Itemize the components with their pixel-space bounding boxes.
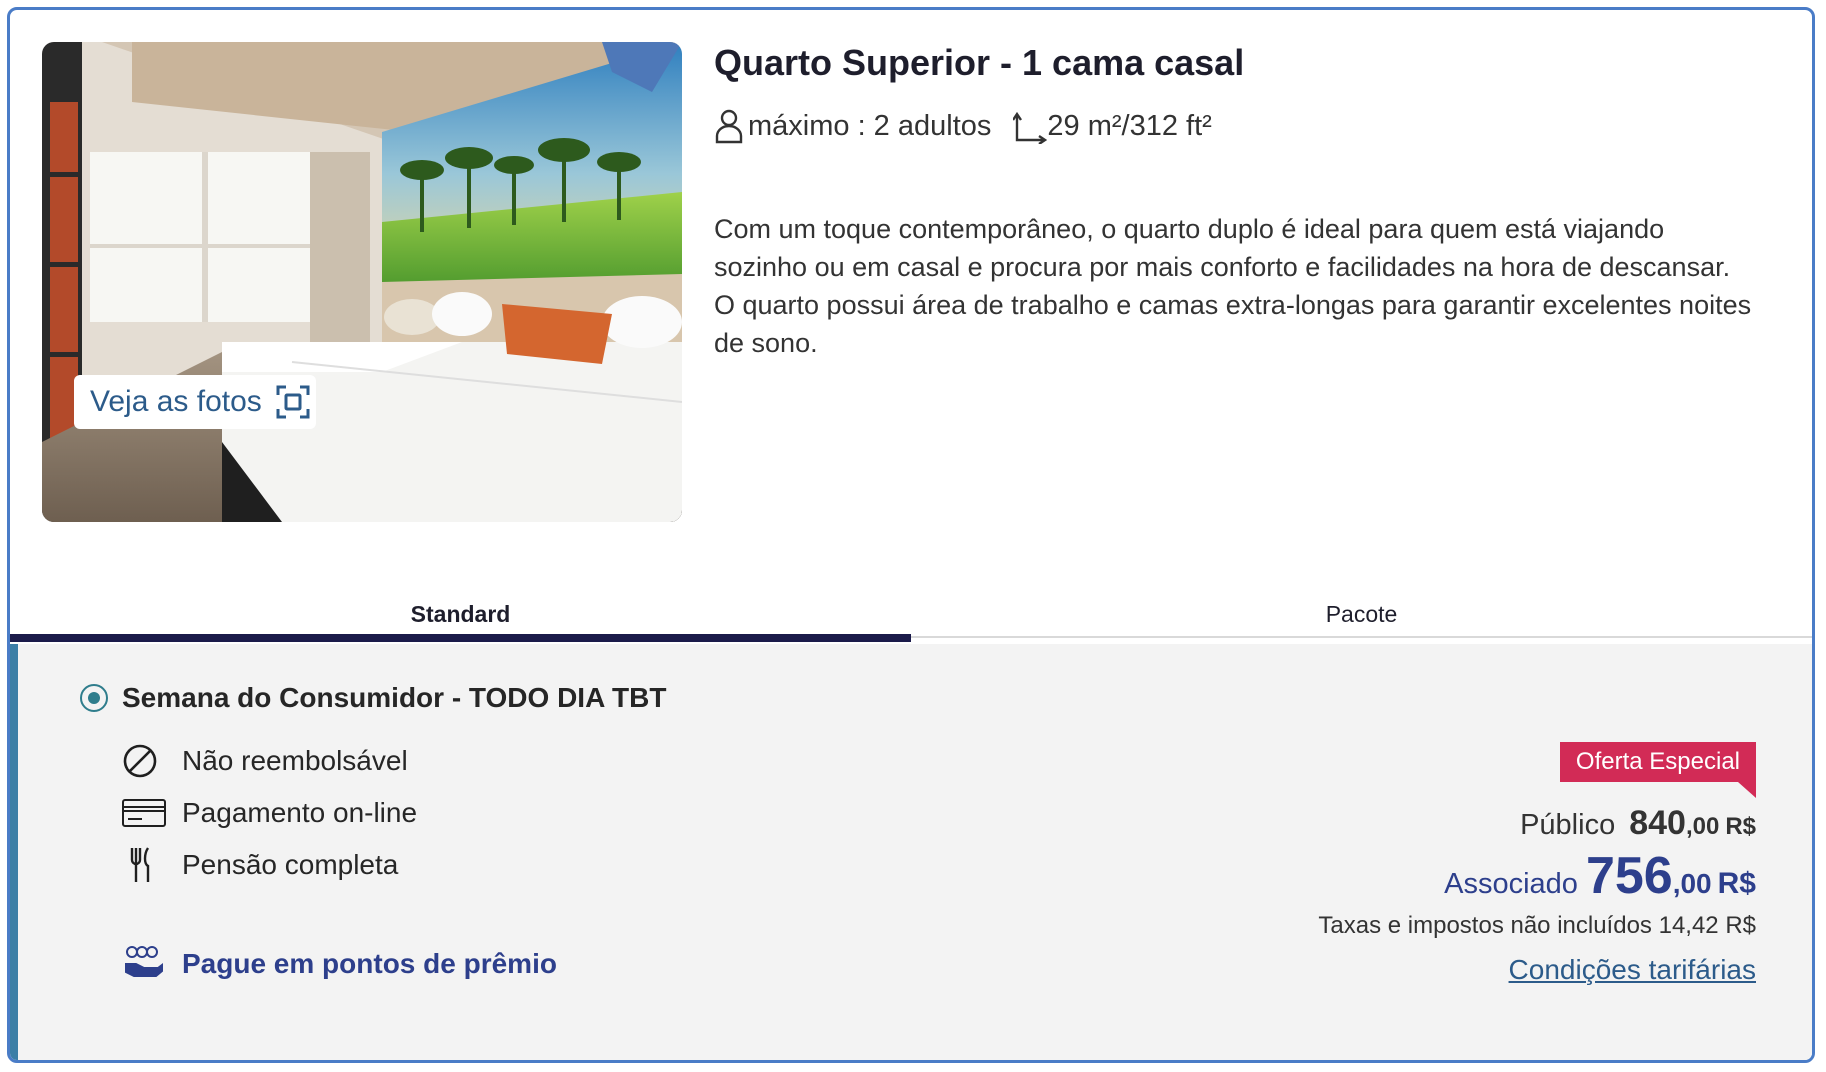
rate-conditions-link[interactable]: Condições tarifárias: [1509, 954, 1756, 986]
rate-name: Semana do Consumidor - TODO DIA TBT: [122, 682, 667, 713]
pay-with-points-link[interactable]: Pague em pontos de prêmio: [124, 944, 557, 983]
room-title: Quarto Superior - 1 cama casal: [714, 42, 1245, 83]
public-price-decimal: ,00: [1685, 813, 1720, 840]
badge-tail: [1738, 782, 1756, 798]
feature-label: Não reembolsável: [182, 745, 408, 776]
member-price-row: Associado 756 ,00 R$: [1444, 846, 1756, 906]
feature-item: Pagamento on-line: [122, 794, 417, 832]
coins-hand-icon: [124, 944, 164, 983]
tab-pacote[interactable]: Pacote: [911, 590, 1812, 638]
member-price-decimal: ,00: [1672, 868, 1712, 899]
fork-knife-icon: [122, 846, 166, 884]
room-meta: máximo : 2 adultos 29 m²/312 ft²: [714, 106, 1212, 146]
feature-label: Pensão completa: [182, 849, 399, 880]
room-size-text: 29 m²/312 ft²: [1047, 109, 1212, 142]
person-icon: [714, 108, 744, 144]
rate-radio[interactable]: [80, 684, 108, 712]
pay-with-points-label: Pague em pontos de prêmio: [182, 947, 557, 979]
view-photos-button[interactable]: Veja as fotos: [74, 375, 316, 429]
member-price-label: Associado: [1444, 868, 1578, 900]
tab-standard[interactable]: Standard: [10, 590, 911, 642]
public-price-label: Público: [1520, 809, 1616, 841]
room-size-icon: [1012, 108, 1048, 145]
member-price-currency: R$: [1717, 867, 1756, 900]
feature-item: Pensão completa: [122, 846, 398, 884]
rate-panel: Semana do Consumidor - TODO DIA TBT Não …: [10, 644, 1812, 1060]
room-card: Veja as fotos Quarto Superior - 1 cama c…: [7, 7, 1815, 1063]
no-refund-icon: [122, 742, 166, 780]
rate-tabs: Standard Pacote: [10, 590, 1812, 642]
public-price-row: Público 840 ,00 R$: [1520, 804, 1756, 843]
special-offer-badge: Oferta Especial: [1559, 742, 1756, 782]
member-price-integer: 756: [1585, 847, 1673, 905]
public-price-currency: R$: [1725, 813, 1756, 840]
view-photos-label: Veja as fotos: [90, 385, 262, 418]
gallery-expand-icon: [276, 385, 310, 419]
feature-item: Não reembolsável: [122, 742, 408, 780]
occupancy-text: máximo : 2 adultos: [748, 109, 992, 142]
room-description: Com um toque contemporâneo, o quarto dup…: [714, 214, 1752, 358]
taxes-note: Taxas e impostos não incluídos 14,42 R$: [1318, 912, 1756, 939]
credit-card-icon: [122, 794, 166, 832]
feature-label: Pagamento on-line: [182, 797, 418, 828]
room-photo[interactable]: [42, 42, 682, 522]
public-price-integer: 840: [1629, 804, 1686, 842]
